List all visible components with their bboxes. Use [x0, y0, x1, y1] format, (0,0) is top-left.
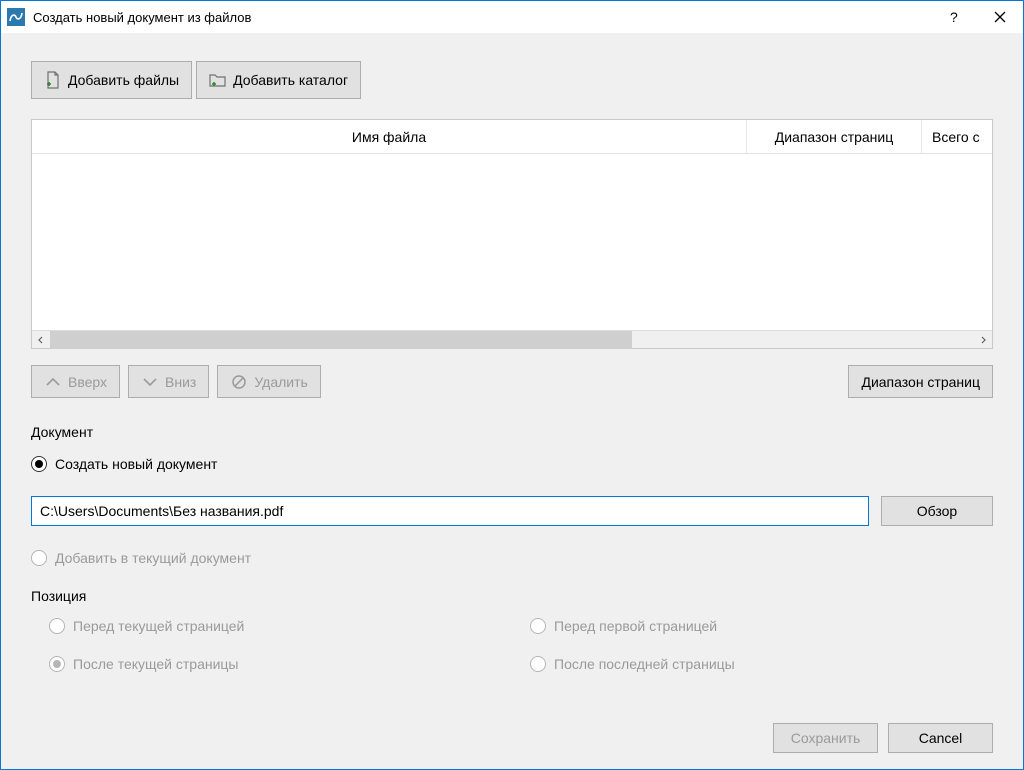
radio-add-to-current-label: Добавить в текущий документ — [55, 550, 251, 566]
row-actions: Вверх Вниз Удалить Диапазон страниц — [31, 365, 993, 398]
radio-before-current[interactable]: Перед текущей страницей — [49, 618, 512, 634]
cancel-button[interactable]: Cancel — [888, 723, 993, 753]
output-path-input[interactable] — [31, 496, 869, 526]
dialog-footer: Сохранить Cancel — [31, 703, 993, 753]
file-grid: Имя файла Диапазон страниц Всего с — [31, 119, 993, 349]
move-down-label: Вниз — [165, 374, 196, 390]
radio-icon — [49, 618, 65, 634]
app-icon — [7, 8, 25, 26]
move-up-label: Вверх — [68, 374, 107, 390]
save-button[interactable]: Сохранить — [773, 723, 878, 753]
save-label: Сохранить — [791, 730, 861, 746]
add-folder-button[interactable]: Добавить каталог — [196, 61, 361, 99]
move-up-button[interactable]: Вверх — [31, 365, 120, 398]
column-page-range[interactable]: Диапазон страниц — [747, 120, 922, 153]
cancel-label: Cancel — [919, 730, 963, 746]
add-toolbar: Добавить файлы Добавить каталог — [31, 33, 993, 119]
chevron-up-icon — [44, 373, 62, 391]
document-section-label: Документ — [31, 424, 993, 440]
radio-create-new-label: Создать новый документ — [55, 456, 217, 472]
scroll-left-icon[interactable] — [32, 331, 50, 349]
radio-add-to-current[interactable]: Добавить в текущий документ — [31, 550, 993, 566]
title-bar: Создать новый документ из файлов ? — [1, 1, 1023, 33]
radio-after-last[interactable]: После последней страницы — [530, 656, 993, 672]
radio-after-last-label: После последней страницы — [554, 656, 735, 672]
close-button[interactable] — [977, 1, 1023, 33]
add-files-button[interactable]: Добавить файлы — [31, 61, 192, 99]
radio-icon — [530, 618, 546, 634]
delete-button[interactable]: Удалить — [217, 365, 320, 398]
chevron-down-icon — [141, 373, 159, 391]
window-title: Создать новый документ из файлов — [33, 10, 931, 25]
browse-label: Обзор — [917, 503, 957, 519]
scroll-track[interactable] — [50, 331, 974, 349]
column-total[interactable]: Всего с — [922, 120, 992, 153]
radio-icon — [31, 550, 47, 566]
scroll-right-icon[interactable] — [974, 331, 992, 349]
horizontal-scrollbar[interactable] — [32, 330, 992, 348]
browse-button[interactable]: Обзор — [881, 496, 993, 526]
radio-after-current[interactable]: После текущей страницы — [49, 656, 512, 672]
add-folder-icon — [209, 71, 227, 89]
position-section-label: Позиция — [31, 588, 993, 604]
page-range-label: Диапазон страниц — [861, 374, 980, 390]
radio-before-first-label: Перед первой страницей — [554, 618, 717, 634]
grid-header: Имя файла Диапазон страниц Всего с — [32, 120, 992, 154]
radio-after-current-label: После текущей страницы — [73, 656, 239, 672]
grid-body — [32, 154, 992, 330]
radio-before-first[interactable]: Перед первой страницей — [530, 618, 993, 634]
move-down-button[interactable]: Вниз — [128, 365, 209, 398]
column-filename[interactable]: Имя файла — [32, 120, 747, 153]
delete-label: Удалить — [254, 374, 307, 390]
radio-before-current-label: Перед текущей страницей — [73, 618, 244, 634]
add-files-label: Добавить файлы — [68, 72, 179, 88]
radio-icon — [49, 656, 65, 672]
prohibit-icon — [230, 373, 248, 391]
radio-icon — [31, 456, 47, 472]
add-folder-label: Добавить каталог — [233, 72, 348, 88]
path-row: Обзор — [31, 496, 993, 526]
svg-text:?: ? — [950, 9, 958, 25]
add-file-icon — [44, 71, 62, 89]
help-button[interactable]: ? — [931, 1, 977, 33]
position-options: Перед текущей страницей После текущей ст… — [31, 612, 993, 678]
radio-create-new[interactable]: Создать новый документ — [31, 456, 993, 472]
radio-icon — [530, 656, 546, 672]
scroll-thumb[interactable] — [50, 331, 632, 349]
page-range-button[interactable]: Диапазон страниц — [848, 365, 993, 398]
dialog-content: Добавить файлы Добавить каталог Имя файл… — [1, 33, 1023, 769]
